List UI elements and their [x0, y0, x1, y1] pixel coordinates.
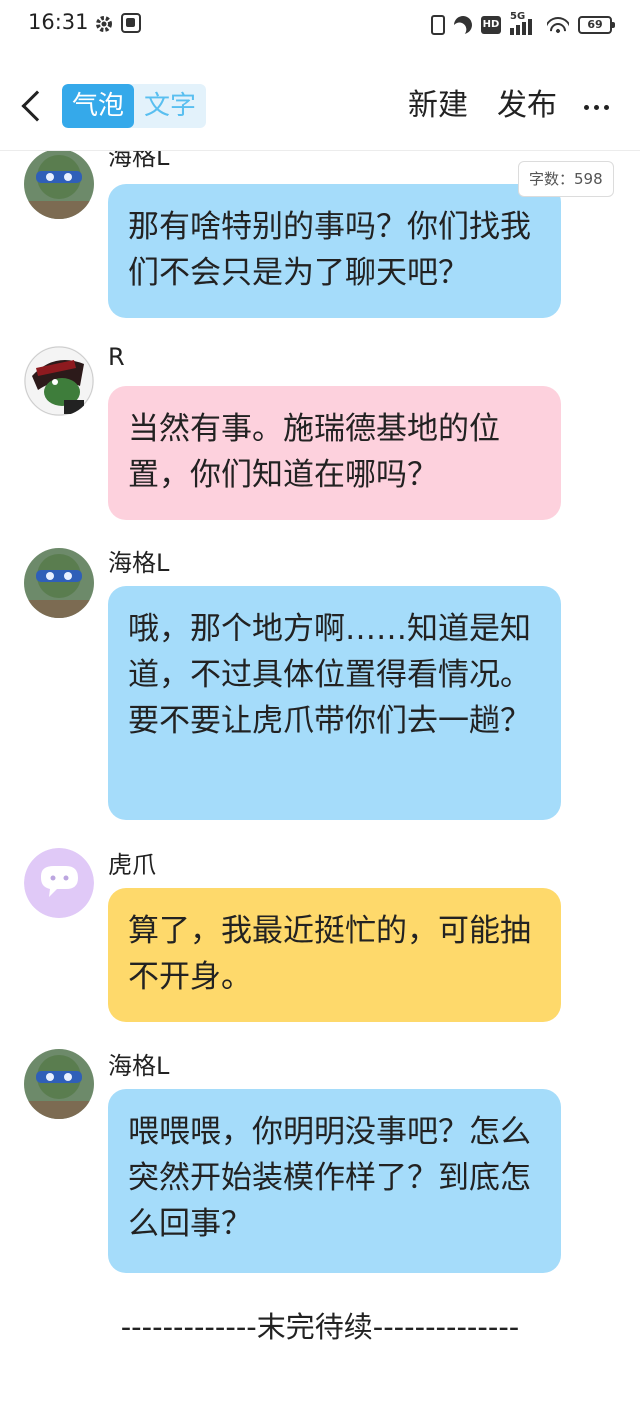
publish-button[interactable]: 发布 [497, 86, 557, 126]
avatar[interactable] [24, 548, 94, 618]
battery-icon: 69 [578, 16, 615, 34]
to-be-continued-text: -------------末完待续-------------- [120, 1310, 520, 1344]
back-button[interactable] [18, 86, 48, 126]
message-bubble[interactable]: 那有啥特别的事吗？你们找我们不会只是为了聊天吧？ [108, 184, 561, 318]
avatar[interactable] [24, 346, 94, 416]
sender-name: R [108, 343, 125, 371]
status-time: 16:31 [28, 10, 89, 34]
message-bubble[interactable]: 算了，我最近挺忙的，可能抽不开身。 [108, 888, 561, 1022]
message-item: 海格L 喂喂喂，你明明没事吧？怎么突然开始装模作样了？到底怎么回事？ [0, 1046, 640, 1286]
vibrate-icon [431, 15, 445, 35]
sender-name: 海格L [108, 549, 170, 577]
message-bubble[interactable]: 当然有事。施瑞德基地的位置，你们知道在哪吗？ [108, 386, 561, 520]
message-bubble[interactable]: 哦，那个地方啊……知道是知道，不过具体位置得看情况。要不要让虎爪带你们去一趟？ [108, 586, 561, 820]
word-count-badge: 字数：598 [518, 161, 614, 197]
more-options-button[interactable] [584, 92, 614, 122]
moon-icon [451, 13, 474, 36]
hd-icon: HD [481, 16, 501, 34]
editor-header: 气泡 文字 新建 发布 [0, 70, 640, 150]
chat-area[interactable]: 海格L 那有啥特别的事吗？你们找我们不会只是为了聊天吧？ R 当然有事。施瑞德基… [0, 151, 640, 1423]
wifi-icon [547, 16, 569, 34]
network-label: 5G [510, 11, 526, 22]
avatar[interactable] [24, 151, 94, 219]
avatar[interactable] [24, 1049, 94, 1119]
message-item: R 当然有事。施瑞德基地的位置，你们知道在哪吗？ [0, 341, 640, 531]
sender-name: 海格L [108, 151, 170, 171]
message-item: 虎爪 算了，我最近挺忙的，可能抽不开身。 [0, 845, 640, 1035]
message-item: 海格L 哦，那个地方啊……知道是知道，不过具体位置得看情况。要不要让虎爪带你们去… [0, 543, 640, 833]
tab-bubble-mode[interactable]: 气泡 [62, 84, 135, 128]
status-indicators: HD 5G 69 [431, 11, 615, 38]
sender-name: 虎爪 [108, 851, 156, 879]
tab-text-mode[interactable]: 文字 [134, 84, 206, 128]
gear-icon [95, 15, 113, 33]
message-bubble[interactable]: 喂喂喂，你明明没事吧？怎么突然开始装模作样了？到底怎么回事？ [108, 1089, 561, 1273]
avatar[interactable] [24, 848, 94, 918]
new-button[interactable]: 新建 [408, 86, 468, 126]
mode-toggle: 气泡 文字 [62, 84, 207, 128]
sender-name: 海格L [108, 1052, 170, 1080]
app-notification-icon [121, 13, 141, 33]
signal-icon: 5G [510, 11, 538, 35]
status-bar: 16:31 HD 5G 69 [0, 0, 640, 50]
